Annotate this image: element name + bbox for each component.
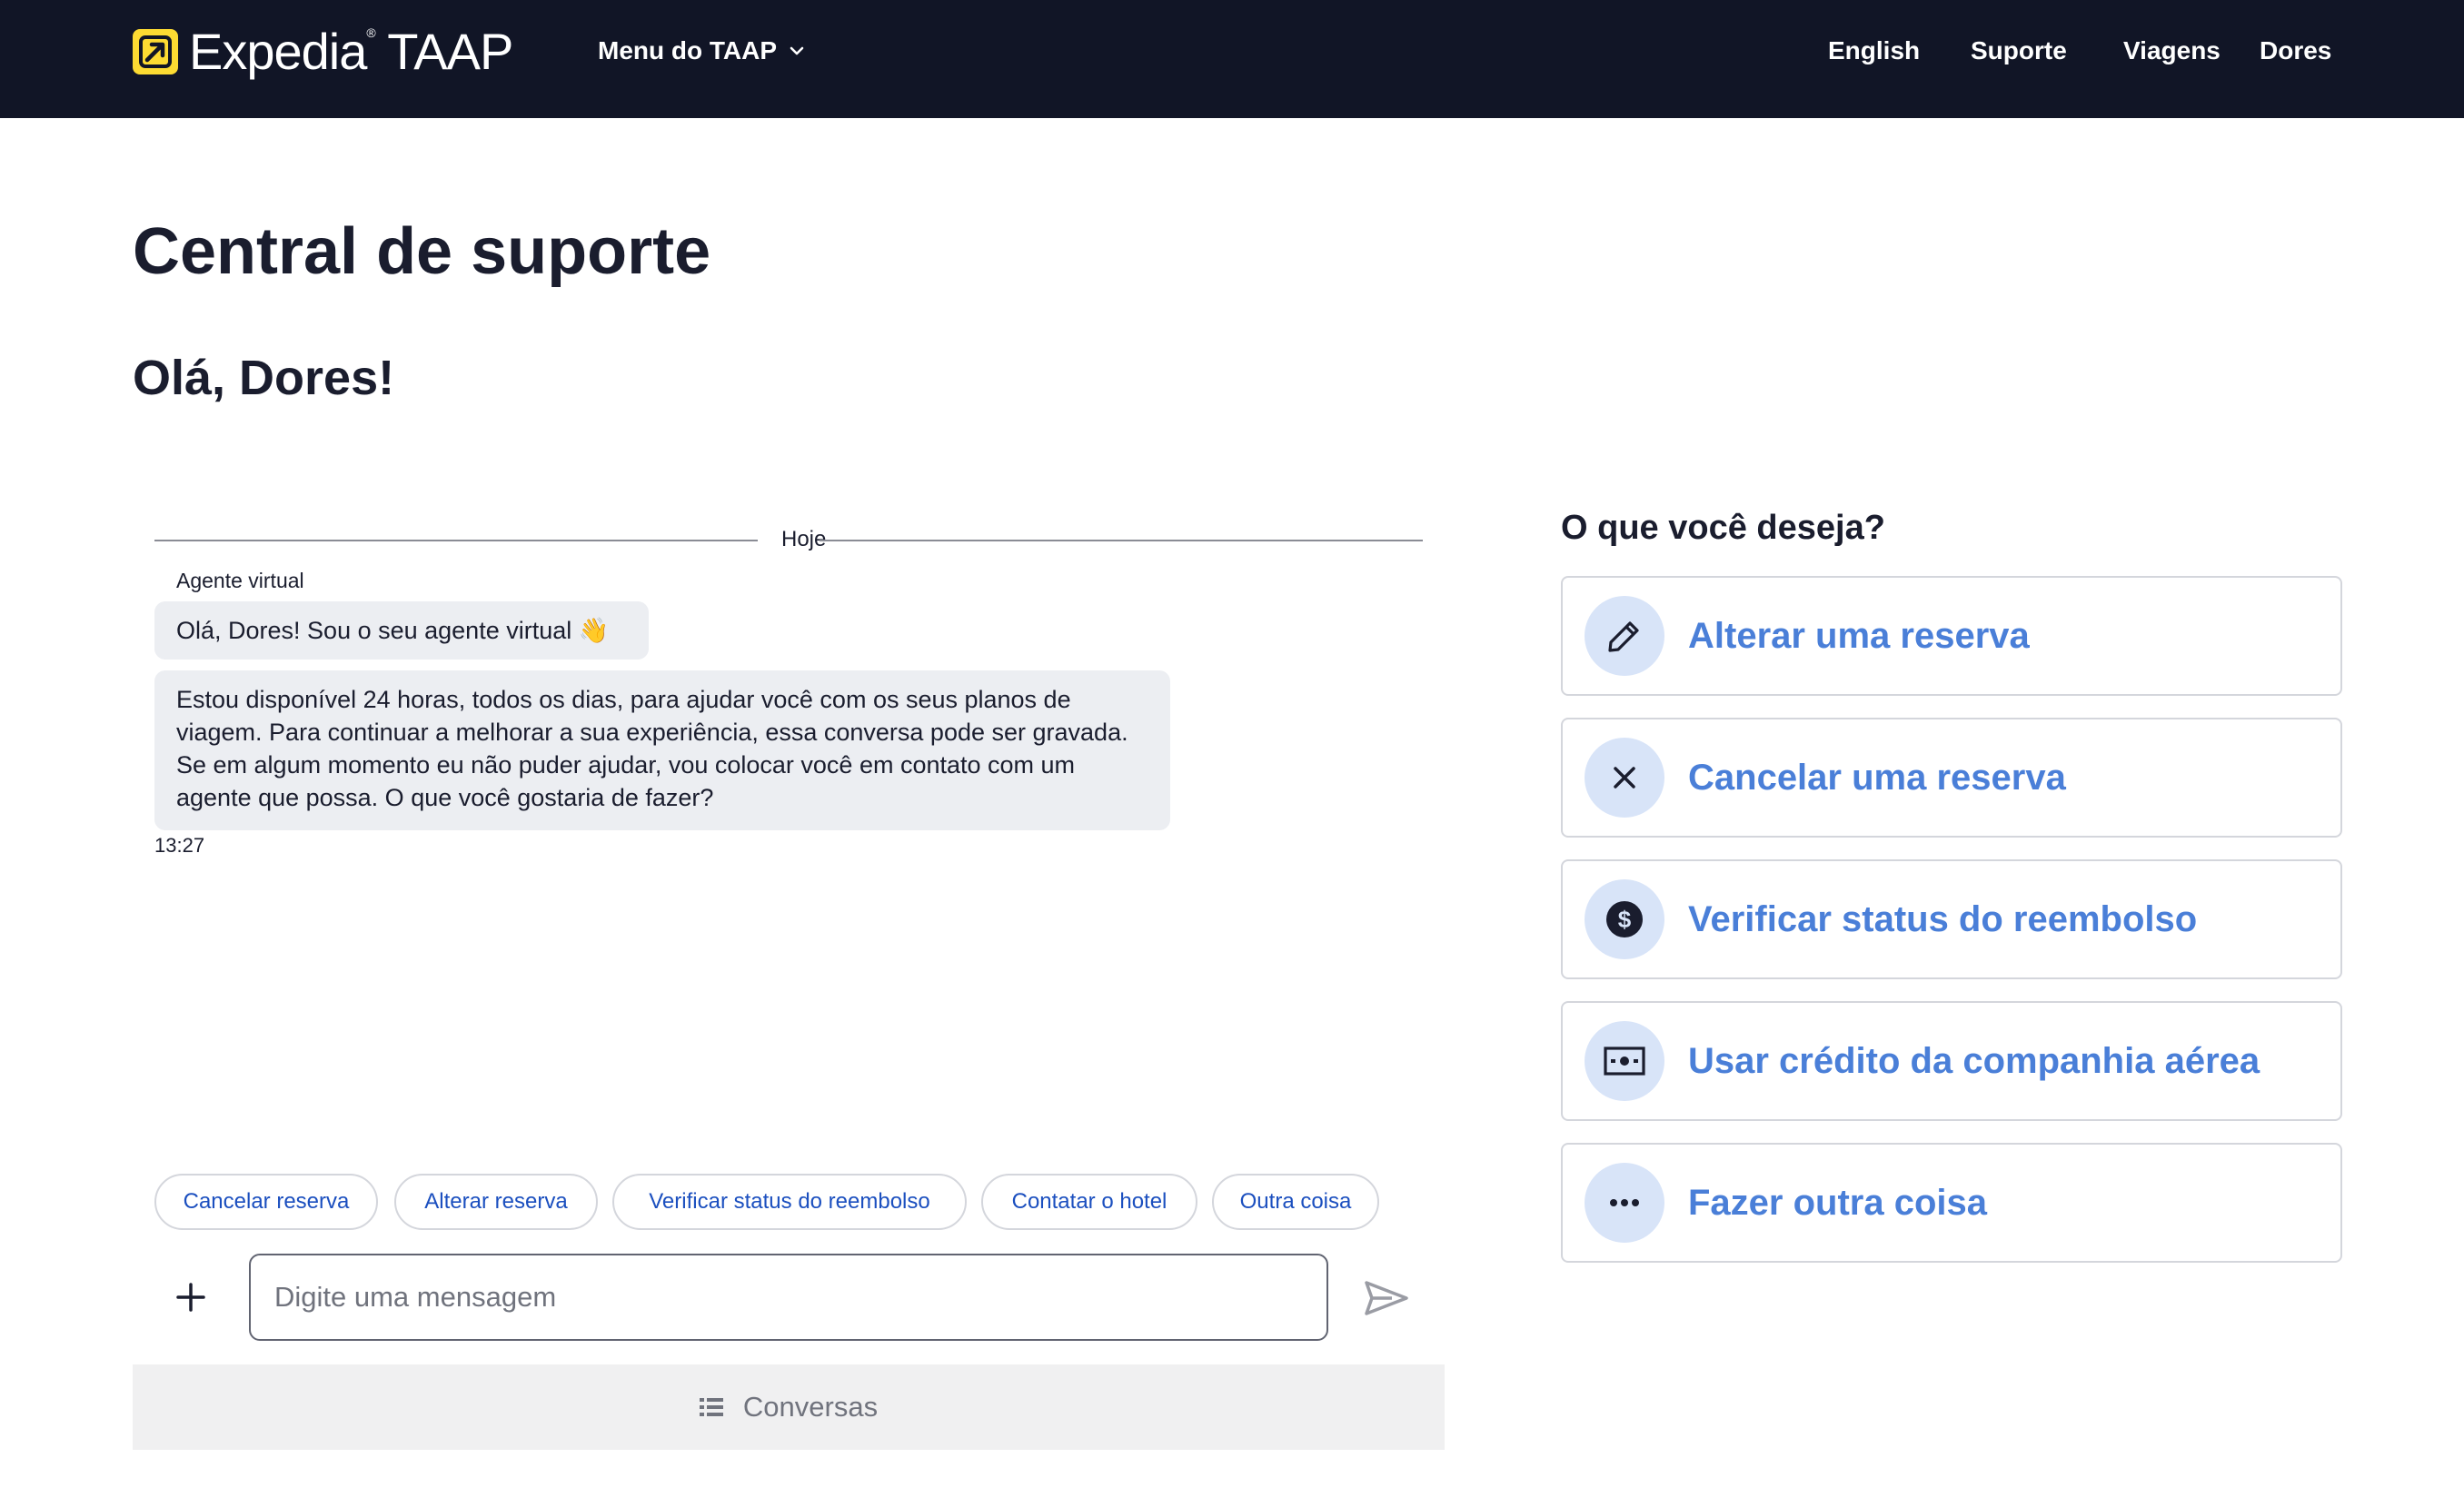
more-icon xyxy=(1585,1163,1664,1243)
agent-message-bubble: Olá, Dores! Sou o seu agente virtual 👋 xyxy=(154,601,649,660)
logo-wordmark: Expedia® TAAP xyxy=(189,23,513,80)
message-composer xyxy=(133,1252,1445,1343)
greeting-heading: Olá, Dores! xyxy=(133,351,395,405)
day-divider: Hoje xyxy=(154,516,1423,552)
attach-plus-icon[interactable] xyxy=(169,1275,213,1319)
option-label: Fazer outra coisa xyxy=(1688,1182,1988,1223)
expedia-logo-icon xyxy=(133,29,178,74)
list-icon xyxy=(699,1398,723,1416)
virtual-agent-chat: Hoje Agente virtual Olá, Dores! Sou o se… xyxy=(133,509,1445,1450)
send-icon[interactable] xyxy=(1365,1279,1408,1317)
nav-language-english[interactable]: English xyxy=(1828,36,1920,65)
page-title: Central de suporte xyxy=(133,215,711,288)
option-airline-credit[interactable]: Usar crédito da companhia aérea xyxy=(1561,1001,2342,1121)
option-change-booking[interactable]: Alterar uma reserva xyxy=(1561,576,2342,696)
quick-reply-contact-hotel[interactable]: Contatar o hotel xyxy=(981,1174,1197,1230)
pencil-icon xyxy=(1585,596,1664,676)
taap-menu-label: Menu do TAAP xyxy=(598,36,778,64)
agent-message-bubble: Estou disponível 24 horas, todos os dias… xyxy=(154,670,1170,830)
taap-menu-dropdown[interactable]: Menu do TAAP xyxy=(598,36,806,65)
agent-name: Agente virtual xyxy=(176,569,304,592)
cash-icon xyxy=(1585,1021,1664,1101)
dollar-icon: $ xyxy=(1585,879,1664,959)
option-something-else[interactable]: Fazer outra coisa xyxy=(1561,1143,2342,1263)
quick-reply-other[interactable]: Outra coisa xyxy=(1212,1174,1379,1230)
conversations-button[interactable]: Conversas xyxy=(133,1364,1445,1450)
option-refund-status[interactable]: $ Verificar status do reembolso xyxy=(1561,859,2342,979)
nav-support[interactable]: Suporte xyxy=(1971,36,2067,65)
message-input[interactable] xyxy=(249,1254,1328,1341)
option-label: Alterar uma reserva xyxy=(1688,615,2030,656)
message-timestamp: 13:27 xyxy=(154,834,205,857)
nav-account-dores[interactable]: Dores xyxy=(2260,36,2331,65)
quick-reply-refund-status[interactable]: Verificar status do reembolso xyxy=(612,1174,967,1230)
options-heading: O que você deseja? xyxy=(1561,509,1885,547)
top-navbar: Expedia® TAAP Menu do TAAP English Supor… xyxy=(0,0,2464,118)
option-label: Usar crédito da companhia aérea xyxy=(1688,1040,2260,1081)
option-cancel-booking[interactable]: Cancelar uma reserva xyxy=(1561,718,2342,838)
close-icon xyxy=(1585,738,1664,818)
quick-reply-cancel-booking[interactable]: Cancelar reserva xyxy=(154,1174,378,1230)
divider-line-right xyxy=(820,540,1423,541)
chevron-down-icon xyxy=(790,46,804,55)
expedia-taap-logo[interactable]: Expedia® TAAP xyxy=(133,23,513,80)
nav-trips[interactable]: Viagens xyxy=(2123,36,2221,65)
svg-text:$: $ xyxy=(1618,906,1632,933)
conversations-label: Conversas xyxy=(742,1391,879,1423)
divider-line-left xyxy=(154,540,758,541)
option-label: Cancelar uma reserva xyxy=(1688,757,2066,798)
quick-reply-change-booking[interactable]: Alterar reserva xyxy=(394,1174,598,1230)
option-label: Verificar status do reembolso xyxy=(1688,898,2198,939)
